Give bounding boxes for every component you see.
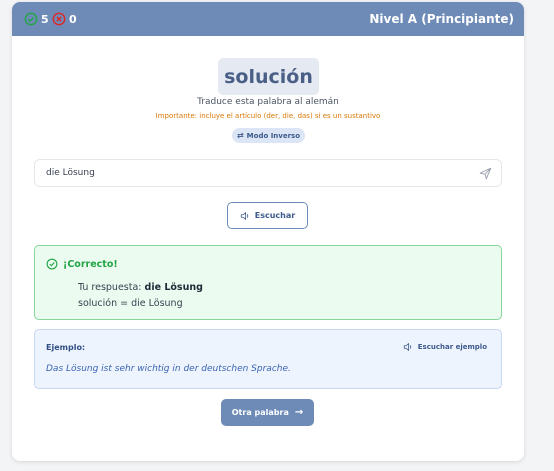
target-word: solución — [218, 58, 319, 95]
your-answer-label: Tu respuesta: — [78, 282, 142, 293]
next-word-label: Otra palabra — [231, 408, 289, 417]
wrong-score: 0 — [52, 11, 77, 27]
example-sentence: Das Lösung ist sehr wichtig in der deuts… — [46, 364, 291, 374]
listen-example-label: Escuchar ejemplo — [417, 343, 487, 351]
arrow-right-icon: → — [294, 407, 304, 418]
wrong-count: 0 — [69, 12, 77, 26]
next-word-button[interactable]: Otra palabra → — [221, 399, 314, 426]
answer-value: die Lösung — [46, 168, 95, 178]
header-bar: 5 0 Nivel A (Principiante) — [12, 2, 524, 36]
inverse-mode-button[interactable]: ⇄ Modo Inverso — [232, 128, 305, 143]
feedback-title: ¡Correcto! — [46, 258, 118, 270]
answer-input[interactable]: die Lösung — [34, 159, 502, 187]
your-answer-line: Tu respuesta: die Lösung — [78, 282, 203, 293]
inverse-mode-label: Modo Inverso — [246, 131, 301, 140]
listen-example-button[interactable]: Escuchar ejemplo — [403, 342, 487, 352]
send-icon[interactable] — [479, 167, 492, 180]
example-label: Ejemplo: — [46, 343, 86, 352]
translation-equation: solución = die Lösung — [78, 298, 183, 309]
quiz-card: 5 0 Nivel A (Principiante) solución Trad… — [12, 2, 524, 461]
feedback-box: ¡Correcto! Tu respuesta: die Lösung solu… — [34, 245, 502, 320]
swap-arrows-icon: ⇄ — [236, 131, 244, 140]
x-circle-icon — [52, 12, 66, 26]
level-label: Nivel A (Principiante) — [369, 12, 514, 26]
instruction-text: Traduce esta palabra al alemán — [197, 97, 339, 107]
correct-count: 5 — [41, 12, 49, 26]
your-answer-value: die Lösung — [144, 282, 203, 293]
speaker-icon — [403, 343, 411, 351]
correct-score: 5 — [24, 11, 49, 27]
important-note: Importante: incluye el artículo (der, di… — [155, 112, 381, 120]
listen-label: Escuchar — [254, 211, 296, 220]
check-circle-icon — [46, 258, 58, 270]
example-box: Ejemplo: Escuchar ejemplo Das Lösung ist… — [34, 329, 502, 389]
feedback-title-text: ¡Correcto! — [63, 258, 118, 270]
speaker-icon — [240, 211, 248, 220]
listen-button[interactable]: Escuchar — [227, 202, 308, 229]
check-circle-icon — [24, 12, 38, 26]
